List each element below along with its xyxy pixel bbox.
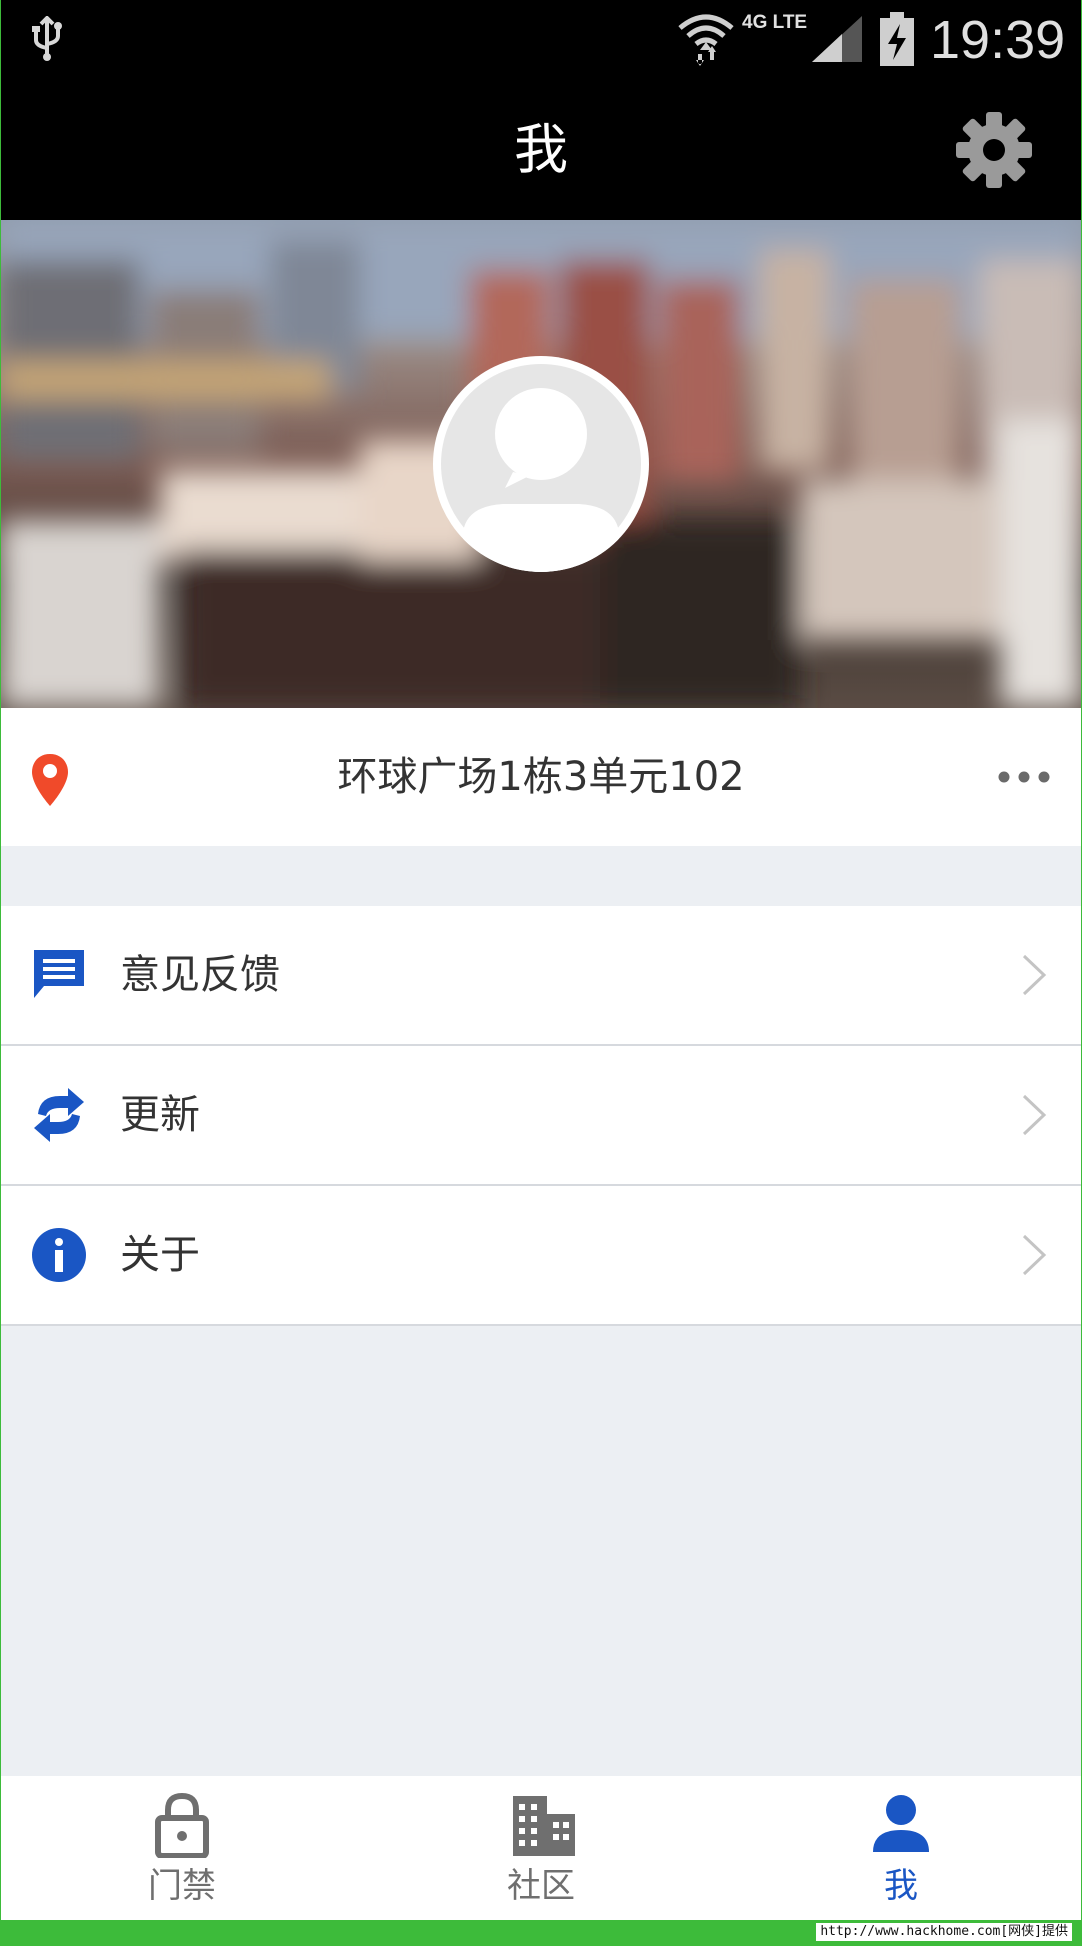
profile-banner bbox=[0, 220, 1082, 708]
menu-list: 意见反馈 更新 关于 bbox=[0, 906, 1082, 1326]
address-label: 环球广场1栋3单元102 bbox=[337, 754, 745, 800]
more-button[interactable] bbox=[994, 756, 1054, 798]
clock: 19:39 bbox=[930, 10, 1066, 70]
screen: 4G LTE 19:39 我 环球广场1栋3单元102 意见反馈 更新 关于 门… bbox=[0, 0, 1082, 1946]
gear-icon bbox=[956, 112, 1032, 188]
nav-tab-me[interactable]: 我 bbox=[781, 1776, 1021, 1920]
address-row[interactable]: 环球广场1栋3单元102 bbox=[0, 708, 1082, 846]
menu-item-label: 关于 bbox=[120, 1232, 200, 1278]
nav-tab-label: 社区 bbox=[507, 1866, 575, 1906]
menu-item-update[interactable]: 更新 bbox=[0, 1046, 1082, 1186]
info-icon bbox=[30, 1226, 88, 1284]
battery-charging-icon bbox=[878, 12, 916, 70]
menu-item-label: 更新 bbox=[120, 1092, 200, 1138]
watermark-strip: http://www.hackhome.com[网侠]提供 bbox=[0, 1920, 1082, 1946]
building-icon bbox=[511, 1792, 575, 1858]
more-dots-icon bbox=[998, 771, 1050, 783]
status-bar: 4G LTE 19:39 bbox=[0, 0, 1082, 80]
signal-icon bbox=[810, 14, 864, 68]
chevron-right-icon bbox=[1020, 1232, 1048, 1282]
menu-item-about[interactable]: 关于 bbox=[0, 1186, 1082, 1326]
nav-tab-community[interactable]: 社区 bbox=[421, 1776, 661, 1920]
network-type-label: 4G LTE bbox=[742, 12, 808, 33]
page-title: 我 bbox=[514, 118, 568, 181]
menu-item-feedback[interactable]: 意见反馈 bbox=[0, 906, 1082, 1046]
bottom-nav: 门禁 社区 我 bbox=[0, 1776, 1082, 1920]
nav-tab-label: 我 bbox=[884, 1866, 918, 1906]
chevron-right-icon bbox=[1020, 952, 1048, 1002]
nav-tab-access-control[interactable]: 门禁 bbox=[62, 1776, 302, 1920]
settings-button[interactable] bbox=[952, 108, 1036, 192]
watermark-text: http://www.hackhome.com[网侠]提供 bbox=[816, 1923, 1072, 1941]
wifi-icon bbox=[676, 10, 736, 70]
menu-item-label: 意见反馈 bbox=[120, 952, 280, 998]
app-header: 我 bbox=[0, 80, 1082, 220]
refresh-icon bbox=[30, 1086, 88, 1144]
feedback-message-icon bbox=[30, 946, 88, 1004]
nav-tab-label: 门禁 bbox=[148, 1866, 216, 1906]
chevron-right-icon bbox=[1020, 1092, 1048, 1142]
usb-icon bbox=[30, 15, 64, 66]
avatar[interactable] bbox=[433, 356, 649, 572]
person-icon bbox=[871, 1792, 931, 1858]
default-avatar-icon bbox=[441, 364, 641, 572]
lock-icon bbox=[152, 1792, 212, 1859]
